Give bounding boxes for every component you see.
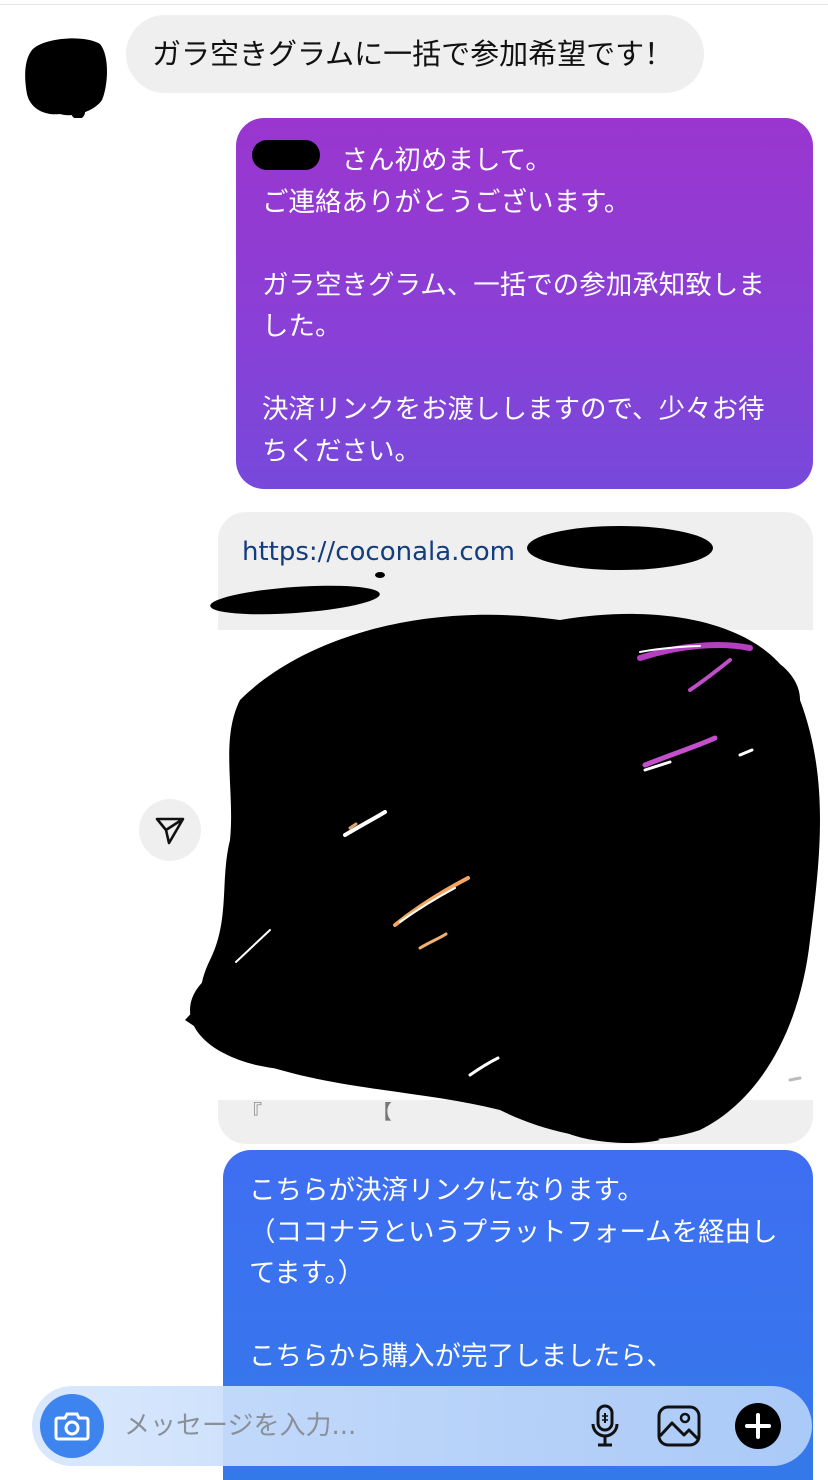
gallery-button[interactable] <box>653 1400 705 1452</box>
share-button[interactable] <box>139 799 201 861</box>
add-button[interactable] <box>732 1400 784 1452</box>
outgoing-message-bubble[interactable]: さん初めまして。 ご連絡ありがとうございます。 ガラ空きグラム、一括での参加承知… <box>236 118 813 489</box>
incoming-message-bubble[interactable]: ガラ空きグラムに一括で参加希望です！ <box>126 15 704 93</box>
camera-button[interactable] <box>40 1394 104 1458</box>
top-divider <box>0 4 828 5</box>
camera-icon <box>54 1412 90 1441</box>
redaction-mark <box>252 140 320 170</box>
link-caption: 『 【 、副... <box>242 1100 612 1124</box>
message-input[interactable] <box>124 1408 564 1444</box>
preview-thumbnail <box>303 630 743 1070</box>
link-preview-card[interactable]: https://coconala.com 『 【 、副... <box>218 512 813 1144</box>
link-preview-image <box>218 630 813 1100</box>
send-icon <box>155 817 185 845</box>
microphone-icon <box>591 1404 619 1447</box>
message-composer <box>32 1386 812 1466</box>
microphone-button[interactable] <box>579 1400 631 1452</box>
image-icon <box>657 1405 701 1447</box>
sender-avatar[interactable] <box>24 36 108 118</box>
plus-icon <box>735 1403 781 1449</box>
link-url[interactable]: https://coconala.com <box>242 534 515 570</box>
